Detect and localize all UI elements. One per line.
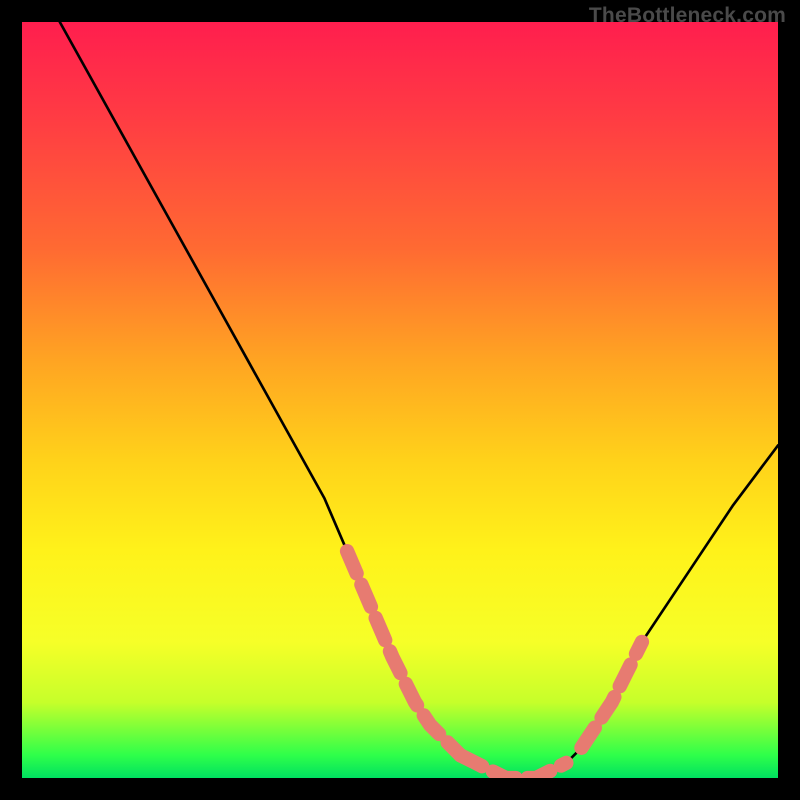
chart-frame: TheBottleneck.com	[0, 0, 800, 800]
watermark-label: TheBottleneck.com	[589, 4, 786, 28]
plot-gradient-background	[22, 22, 778, 778]
